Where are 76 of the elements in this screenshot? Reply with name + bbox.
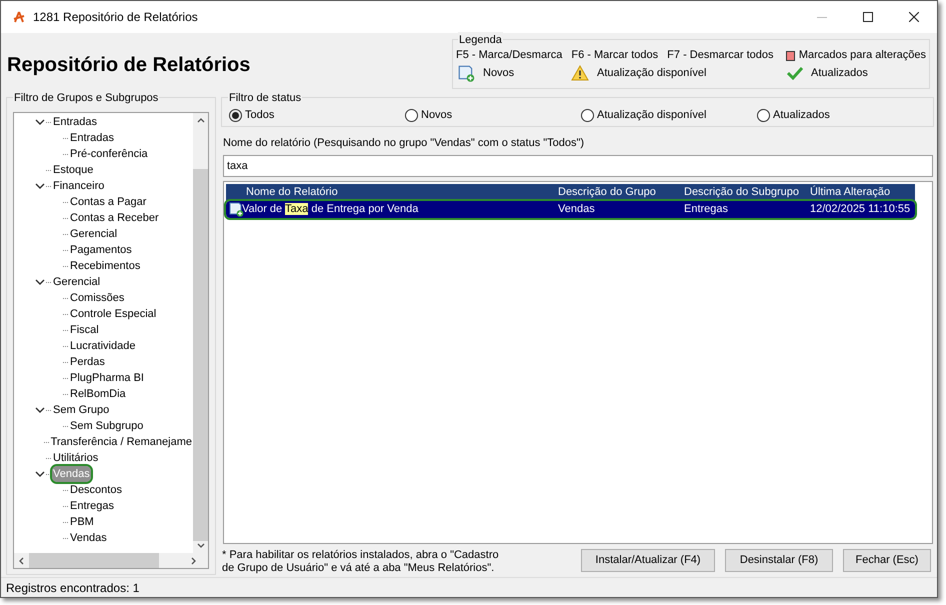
column-header[interactable]: Nome do Relatório bbox=[246, 184, 558, 200]
tree-item[interactable]: Contas a Pagar bbox=[69, 194, 148, 210]
table-cell-text: Vendas bbox=[558, 202, 596, 217]
column-header[interactable]: Última Alteração bbox=[810, 184, 915, 200]
column-header[interactable]: Descrição do Grupo bbox=[558, 184, 684, 200]
tree-item[interactable]: Controle Especial bbox=[69, 306, 158, 322]
tree-item[interactable]: Sem Grupo bbox=[52, 402, 110, 418]
tree-item[interactable]: Recebimentos bbox=[69, 258, 142, 274]
tree-item[interactable]: RelBomDia bbox=[69, 386, 127, 402]
legend-label: Atualizados bbox=[811, 66, 868, 81]
tree-item[interactable]: PlugPharma BI bbox=[69, 370, 145, 386]
legend-label: Marcados para alterações bbox=[798, 48, 926, 64]
scroll-right-icon[interactable] bbox=[190, 556, 196, 564]
tree-item[interactable]: Sem Subgrupo bbox=[69, 418, 144, 434]
radio-button[interactable] bbox=[581, 108, 594, 122]
status-text: Registros encontrados: 1 bbox=[6, 580, 140, 596]
action-button[interactable]: Instalar/Atualizar (F4) bbox=[581, 548, 715, 572]
tree-item[interactable]: Vendas bbox=[69, 530, 108, 546]
shortcut-hint: F6 - Marcar todos bbox=[571, 48, 658, 64]
tree-item[interactable]: Entregas bbox=[69, 498, 116, 514]
tree-item[interactable]: Gerencial bbox=[52, 274, 102, 290]
tree-item[interactable]: Entradas bbox=[69, 130, 116, 146]
chevron-down-icon[interactable] bbox=[35, 119, 45, 125]
warning-icon bbox=[571, 65, 589, 81]
horizontal-scrollbar[interactable] bbox=[14, 553, 208, 568]
radio-label[interactable]: Todos bbox=[245, 106, 274, 124]
tree-item[interactable]: Fiscal bbox=[69, 322, 100, 338]
column-header[interactable]: Descrição do Subgrupo bbox=[684, 184, 810, 200]
app-logo-icon bbox=[13, 11, 25, 23]
chevron-down-icon[interactable] bbox=[35, 279, 45, 285]
document-plus-icon bbox=[228, 201, 244, 217]
tree-item[interactable]: Financeiro bbox=[52, 178, 106, 194]
table-cell-text: 12/02/2025 11:10:55 bbox=[810, 202, 912, 217]
shortcut-hint: F7 - Desmarcar todos bbox=[667, 48, 774, 64]
tree-item[interactable]: Transferência / Remanejame bbox=[50, 434, 193, 450]
action-button[interactable]: Desinstalar (F8) bbox=[725, 548, 833, 572]
radio-label[interactable]: Novos bbox=[421, 106, 452, 124]
radio-button[interactable] bbox=[229, 108, 242, 122]
page-heading: Repositório de Relatórios bbox=[7, 53, 250, 78]
install-note: * Para habilitar os relatórios instalados, abra o "Cadastro de Grupo de Usuário" e vá até a aba "Meus Relatórios". bbox=[222, 548, 500, 574]
radio-label[interactable]: Atualização disponível bbox=[597, 106, 706, 124]
vertical-scrollbar[interactable] bbox=[193, 113, 208, 553]
search-label: Nome do relatório (Pesquisando no grupo "Vendas" com o status "Todos") bbox=[223, 136, 586, 151]
tree-item[interactable]: Contas a Receber bbox=[69, 210, 160, 226]
tree-item[interactable]: Descontos bbox=[69, 482, 123, 498]
radio-label[interactable]: Atualizados bbox=[773, 106, 830, 124]
tree-item[interactable]: Comissões bbox=[69, 290, 126, 306]
radio-button[interactable] bbox=[405, 108, 418, 122]
chevron-down-icon[interactable] bbox=[35, 471, 45, 477]
legend-title: Legenda bbox=[458, 32, 503, 48]
search-field[interactable]: taxa bbox=[223, 154, 933, 176]
close-icon bbox=[909, 12, 919, 22]
panel-title: Filtro de Grupos e Subgrupos bbox=[13, 90, 160, 106]
table-cell-text: Entregas bbox=[684, 202, 730, 217]
radio-button[interactable] bbox=[757, 108, 770, 122]
tree-item[interactable]: Pagamentos bbox=[69, 242, 133, 258]
scroll-down-icon[interactable] bbox=[196, 543, 204, 548]
tree-item[interactable]: PBM bbox=[69, 514, 95, 530]
scroll-left-icon[interactable] bbox=[19, 556, 24, 564]
chevron-down-icon[interactable] bbox=[35, 183, 45, 189]
legend-label: Novos bbox=[483, 66, 514, 81]
check-icon bbox=[787, 66, 803, 80]
scroll-up-icon[interactable] bbox=[196, 118, 204, 123]
legend-label: Atualização disponível bbox=[597, 66, 706, 81]
tree-item[interactable]: Gerencial bbox=[69, 226, 118, 242]
tree-item[interactable]: Entradas bbox=[52, 114, 98, 130]
shortcut-hint: F5 - Marca/Desmarca bbox=[456, 48, 562, 64]
window-title: 1281 Repositório de Relatórios bbox=[33, 9, 198, 26]
tree-item[interactable]: Utilitários bbox=[52, 450, 100, 466]
tree-item[interactable]: Lucratividade bbox=[69, 338, 136, 354]
tree-item[interactable]: Perdas bbox=[69, 354, 106, 370]
chevron-down-icon[interactable] bbox=[35, 407, 45, 413]
tree-item[interactable]: Estoque bbox=[52, 162, 94, 178]
document-plus-icon bbox=[457, 64, 475, 82]
action-button[interactable]: Fechar (Esc) bbox=[843, 548, 931, 572]
tree-item[interactable]: Pré-conferência bbox=[69, 146, 149, 162]
